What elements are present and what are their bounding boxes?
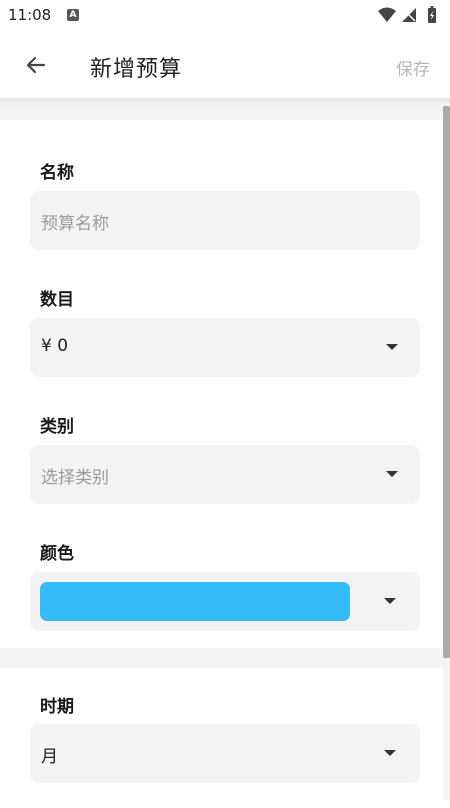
form-content[interactable]: 名称 预算名称 数目 ¥ 0 类别 选择类别 颜色 时期 月 <box>0 106 450 808</box>
caret-down-icon <box>386 344 398 350</box>
caret-down-icon <box>384 598 396 604</box>
name-label: 名称 <box>40 163 74 183</box>
period-card: 时期 月 <box>0 668 443 808</box>
period-label: 时期 <box>40 697 74 717</box>
color-label: 颜色 <box>40 544 74 564</box>
wifi-icon <box>378 7 396 22</box>
app-bar-shadow <box>0 98 450 106</box>
period-value: 月 <box>41 747 58 767</box>
notification-icon: A <box>67 9 79 21</box>
caret-down-icon <box>386 471 398 477</box>
arrow-left-icon <box>26 56 46 74</box>
amount-value: ¥ 0 <box>41 336 69 356</box>
category-placeholder: 选择类别 <box>41 468 109 488</box>
category-select[interactable]: 选择类别 <box>30 445 420 504</box>
save-button[interactable]: 保存 <box>396 55 430 80</box>
budget-form-card: 名称 预算名称 数目 ¥ 0 类别 选择类别 颜色 <box>0 120 443 648</box>
app-bar: 新增预算 保存 <box>0 32 450 98</box>
period-select[interactable]: 月 <box>30 724 420 783</box>
name-placeholder: 预算名称 <box>41 214 109 234</box>
color-select[interactable] <box>30 572 420 631</box>
name-field[interactable]: 预算名称 <box>30 191 420 250</box>
status-bar: 11:08 A <box>0 0 450 32</box>
status-time: 11:08 <box>8 6 52 24</box>
caret-down-icon <box>384 750 396 756</box>
battery-charging-icon <box>428 6 436 23</box>
page-title: 新增预算 <box>90 57 183 82</box>
amount-label: 数目 <box>40 290 74 310</box>
color-swatch <box>40 582 350 621</box>
category-label: 类别 <box>40 417 74 437</box>
status-icons <box>378 6 436 23</box>
scrollbar[interactable] <box>443 106 450 658</box>
amount-field[interactable]: ¥ 0 <box>30 318 420 377</box>
back-button[interactable] <box>20 49 52 81</box>
